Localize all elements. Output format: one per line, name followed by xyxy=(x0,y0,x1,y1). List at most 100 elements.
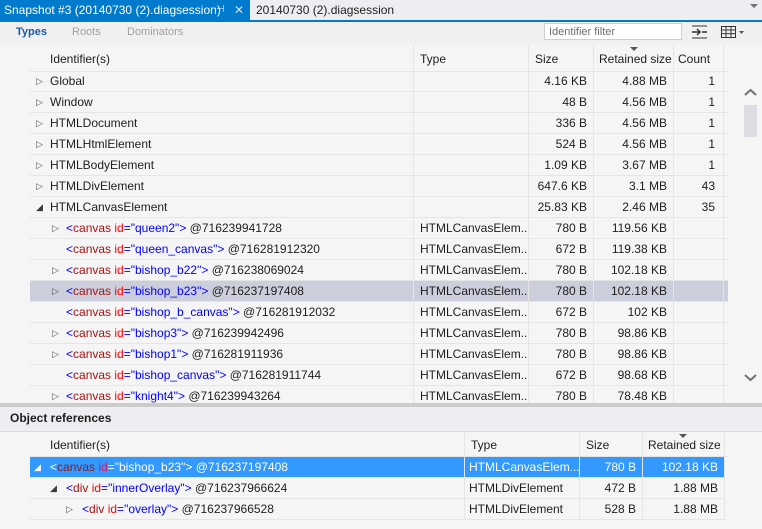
table-row[interactable]: ▷ HTMLBodyElement 1.09 KB 3.67 MB 1 xyxy=(30,155,728,176)
retained-size-cell: 3.1 MB xyxy=(594,176,674,196)
column-header-type[interactable]: Type xyxy=(465,432,580,456)
identifier-filter-input[interactable]: Identifier filter xyxy=(544,23,682,40)
retained-size-cell: 4.88 MB xyxy=(594,71,674,91)
identifier-text: <canvas id="bishop1"> @716281911936 xyxy=(66,347,283,361)
reference-row[interactable]: ◢ <canvas id="bishop_b23"> @716237197408 H… xyxy=(30,457,725,478)
tag-open-bracket: < xyxy=(66,481,74,495)
expand-icon[interactable]: ▷ xyxy=(52,260,59,280)
table-row[interactable]: ▷ HTMLDivElement 647.6 KB 3.1 MB 43 xyxy=(30,176,728,197)
expand-icon[interactable]: ▷ xyxy=(52,218,59,238)
table-row[interactable]: ▷ <canvas id="bishop_b22"> @716238069024 H… xyxy=(30,260,728,281)
identifier-cell: ▷ <canvas id="bishop3"> @716239942496 xyxy=(30,323,414,343)
column-header-identifier[interactable]: Identifier(s) xyxy=(30,45,414,71)
identifier-cell: ▷ <div id="overlay"> @716237966528 xyxy=(30,499,465,519)
expand-icon[interactable]: ▷ xyxy=(66,499,73,519)
identifier-text: <canvas id="bishop_b_canvas"> @716281912… xyxy=(66,305,335,319)
object-address: @716281911936 xyxy=(191,347,284,361)
tag-close-bracket: > xyxy=(177,389,185,403)
type-cell: HTMLCanvasElem... xyxy=(414,218,529,238)
type-cell xyxy=(414,176,529,196)
type-cell: HTMLCanvasElem... xyxy=(414,281,529,301)
column-header-size[interactable]: Size xyxy=(529,45,594,71)
attr-name: id xyxy=(98,460,108,474)
tab-label: Snapshot #3 (20140730 (2).diagsession) xyxy=(4,3,221,17)
table-row[interactable]: <canvas id="bishop_b_canvas"> @716281912… xyxy=(30,302,728,323)
expand-icon[interactable]: ▷ xyxy=(36,155,43,175)
close-icon[interactable]: ✕ xyxy=(234,0,244,20)
table-row[interactable]: ▷ HTMLHtmlElement 524 B 4.56 MB 1 xyxy=(30,134,728,155)
object-address: @716237966528 xyxy=(181,502,274,516)
count-cell xyxy=(674,218,724,238)
reference-row[interactable]: ◢ <div id="innerOverlay"> @716237966624 HT… xyxy=(30,478,725,499)
column-header-count[interactable]: Count xyxy=(674,45,724,71)
expand-icon[interactable]: ▷ xyxy=(52,344,59,364)
retained-size-cell: 102.18 KB xyxy=(643,457,725,477)
scrollbar-thumb[interactable] xyxy=(744,105,757,137)
view-tab-roots[interactable]: Roots xyxy=(72,26,101,38)
column-header-size[interactable]: Size xyxy=(580,432,643,456)
column-header-type[interactable]: Type xyxy=(414,45,529,71)
table-row[interactable]: ◢ HTMLCanvasElement 25.83 KB 2.46 MB 35 xyxy=(30,197,728,218)
count-cell: 1 xyxy=(674,155,724,175)
expand-icon[interactable]: ▷ xyxy=(36,92,43,112)
collapse-to-fit-icon[interactable] xyxy=(690,24,710,40)
table-row[interactable]: ▷ Window 48 B 4.56 MB 1 xyxy=(30,92,728,113)
type-name: Window xyxy=(50,95,93,109)
tag-name: div xyxy=(73,481,89,495)
expand-icon[interactable]: ▷ xyxy=(36,134,43,154)
collapse-icon[interactable]: ◢ xyxy=(36,197,43,217)
identifier-text: <canvas id="bishop_b22"> @716238069024 xyxy=(66,263,304,277)
count-cell xyxy=(674,344,724,364)
attr-equals: = xyxy=(107,460,115,474)
reference-row[interactable]: ▷ <div id="overlay"> @716237966528 HTMLDiv… xyxy=(30,499,725,520)
tab-snapshot-3[interactable]: Snapshot #3 (20140730 (2).diagsession) ⊣… xyxy=(0,0,250,20)
size-cell: 780 B xyxy=(529,281,594,301)
column-header-retained-size[interactable]: Retained size xyxy=(594,45,674,71)
expand-icon[interactable]: ▷ xyxy=(36,176,43,196)
table-row[interactable]: ▷ <canvas id="bishop1"> @716281911936 HTML… xyxy=(30,344,728,365)
count-cell xyxy=(674,365,724,385)
column-header-retained-size[interactable]: Retained size xyxy=(643,432,725,456)
collapse-icon[interactable]: ◢ xyxy=(34,457,41,477)
retained-size-cell: 98.68 KB xyxy=(594,365,674,385)
retained-size-cell: 119.56 KB xyxy=(594,218,674,238)
column-chooser-icon[interactable] xyxy=(720,24,748,40)
attr-equals: = xyxy=(123,389,131,403)
view-tab-dominators[interactable]: Dominators xyxy=(127,26,183,38)
size-cell: 780 B xyxy=(529,218,594,238)
attr-value: "bishop_b23" xyxy=(114,460,186,474)
table-row[interactable]: ▷ <canvas id="bishop_b23"> @716237197408 H… xyxy=(30,281,728,302)
column-header-identifier[interactable]: Identifier(s) xyxy=(30,432,465,456)
table-row[interactable]: ▷ <canvas id="bishop3"> @716239942496 HTML… xyxy=(30,323,728,344)
pane-title: Object references xyxy=(10,411,112,425)
tag-close-bracket: > xyxy=(179,221,187,235)
table-row[interactable]: <canvas id="queen_canvas"> @716281912320… xyxy=(30,239,728,260)
object-address: @716239942496 xyxy=(191,326,284,340)
collapse-icon[interactable]: ◢ xyxy=(50,478,57,498)
expand-icon[interactable]: ▷ xyxy=(52,281,59,301)
scroll-down-icon[interactable] xyxy=(744,373,757,386)
identifier-cell: ◢ HTMLCanvasElement xyxy=(30,197,414,217)
identifier-text: HTMLCanvasElement xyxy=(50,200,167,214)
table-row[interactable]: ▷ HTMLDocument 336 B 4.56 MB 1 xyxy=(30,113,728,134)
attr-equals: = xyxy=(117,502,125,516)
pin-icon[interactable]: ⊣ xyxy=(216,0,225,20)
count-cell: 1 xyxy=(674,71,724,91)
count-cell xyxy=(674,323,724,343)
tab-overflow-icon[interactable] xyxy=(750,4,758,8)
expand-icon[interactable]: ▷ xyxy=(36,71,43,91)
identifier-cell: ▷ HTMLDocument xyxy=(30,113,414,133)
expand-icon[interactable]: ▷ xyxy=(52,323,59,343)
table-row[interactable]: ▷ Global 4.16 KB 4.88 MB 1 xyxy=(30,71,728,92)
table-row[interactable]: <canvas id="bishop_canvas"> @71628191174… xyxy=(30,365,728,386)
attr-equals: = xyxy=(123,326,131,340)
tag-name: canvas xyxy=(73,284,112,298)
view-tab-types[interactable]: Types xyxy=(16,26,47,38)
references-table-body: ◢ <canvas id="bishop_b23"> @716237197408 H… xyxy=(30,457,728,520)
scroll-up-icon[interactable] xyxy=(744,87,757,100)
table-row[interactable]: ▷ <canvas id="queen2"> @716239941728 HTMLC… xyxy=(30,218,728,239)
document-tab-strip: Snapshot #3 (20140730 (2).diagsession) ⊣… xyxy=(0,0,762,20)
vertical-scrollbar[interactable] xyxy=(742,85,759,395)
tab-diagsession[interactable]: 20140730 (2).diagsession xyxy=(250,0,394,20)
expand-icon[interactable]: ▷ xyxy=(36,113,43,133)
